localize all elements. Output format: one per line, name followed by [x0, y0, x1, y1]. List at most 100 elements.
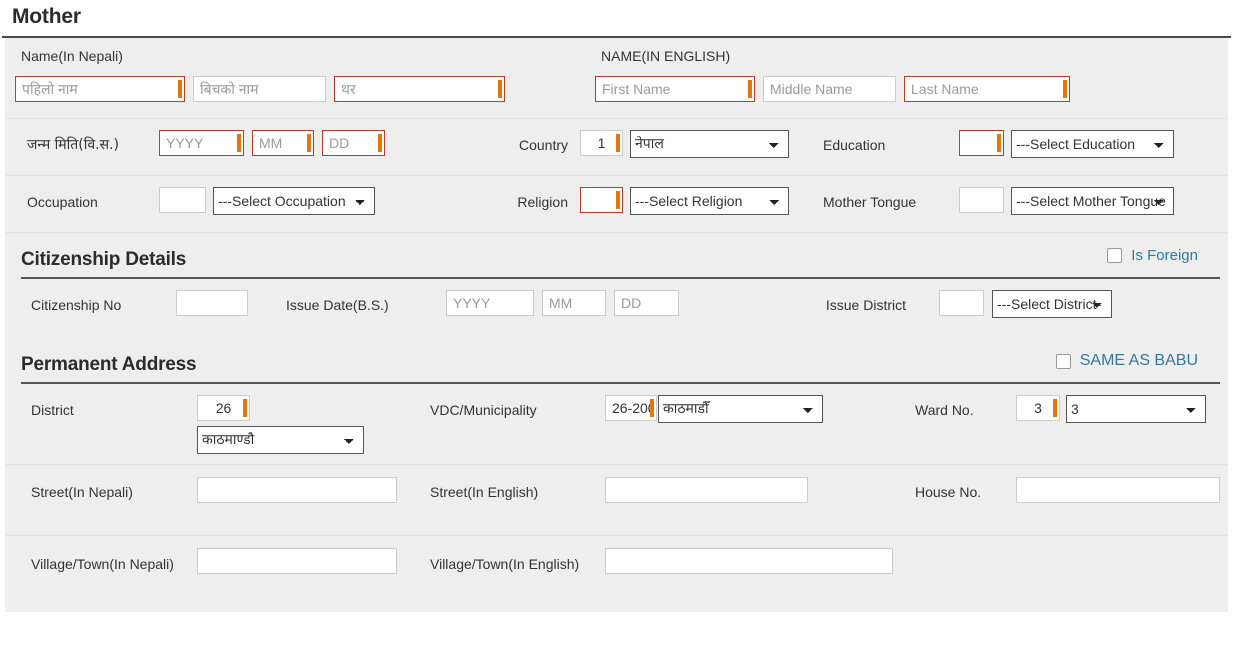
name-english-heading: NAME(IN ENGLISH)	[601, 48, 731, 64]
citizenship-title: Citizenship Details	[21, 249, 187, 270]
religion-code-input[interactable]	[580, 187, 623, 213]
issue-date-label: Issue Date(B.S.)	[286, 297, 389, 313]
issue-district-code-wrap	[939, 290, 984, 318]
occupation-code-wrap	[159, 187, 206, 215]
education-code-input[interactable]	[959, 130, 1004, 156]
citizenship-divider	[21, 277, 1220, 279]
district-label: District	[31, 402, 74, 418]
village-row: Village/Town(In Nepali) Village/Town(In …	[5, 536, 1228, 612]
country-code-wrap	[580, 130, 623, 158]
issue-district-code-input[interactable]	[939, 290, 984, 316]
citizenship-no-label: Citizenship No	[31, 297, 122, 313]
citizenship-section: Citizenship Details Is Foreign	[21, 233, 1220, 279]
nepali-last-name-input[interactable]	[334, 76, 505, 102]
mother-details-form: Mother Name(In Nepali) NAME(IN ENGLISH)	[0, 0, 1233, 655]
village-english-input[interactable]	[605, 548, 893, 574]
street-english-input[interactable]	[605, 477, 808, 503]
district-select[interactable]: काठमाण्डौ	[197, 426, 364, 454]
dob-day-input[interactable]	[322, 130, 385, 156]
dob-country-education-row: जन्म मिति(वि.स.) Country नेपाल	[5, 119, 1228, 176]
citizenship-fields-row: Citizenship No Issue Date(B.S.) Issue Di…	[5, 279, 1228, 338]
street-nepali-wrap	[197, 477, 397, 503]
mother-tongue-label: Mother Tongue	[823, 194, 917, 210]
is-foreign-control[interactable]: Is Foreign	[1107, 247, 1198, 264]
vdc-code-input[interactable]	[605, 395, 657, 421]
ward-select[interactable]: 3	[1066, 395, 1206, 423]
dob-label: जन्म मिति(वि.स.)	[27, 137, 119, 153]
occupation-select[interactable]: ---Select Occupation	[213, 187, 375, 215]
street-english-label: Street(In English)	[430, 484, 539, 500]
occupation-code-input[interactable]	[159, 187, 206, 213]
street-row: Street(In Nepali) Street(In English) Hou…	[5, 465, 1228, 536]
form-body: Name(In Nepali) NAME(IN ENGLISH) पहिलो न…	[5, 38, 1228, 612]
nepali-last-name-wrap	[334, 76, 505, 102]
issue-district-label: Issue District	[825, 297, 906, 313]
page-title-bar: Mother	[2, 0, 1231, 38]
is-foreign-label[interactable]: Is Foreign	[1131, 247, 1198, 264]
district-code-wrap	[197, 395, 250, 421]
nepali-first-name-input[interactable]	[15, 76, 185, 102]
village-english-label: Village/Town(In English)	[430, 556, 580, 572]
name-headings-row: Name(In Nepali) NAME(IN ENGLISH)	[5, 38, 1228, 70]
english-middle-name-wrap	[763, 76, 896, 102]
english-middle-name-input[interactable]	[763, 76, 896, 102]
dob-year-input[interactable]	[159, 130, 244, 156]
issue-year-wrap	[446, 290, 534, 316]
vdc-select[interactable]: काठमाडौँ	[658, 395, 823, 423]
dob-month-input[interactable]	[252, 130, 314, 156]
citizenship-no-wrap	[176, 290, 248, 316]
vdc-code-wrap	[605, 395, 657, 423]
same-as-babu-label[interactable]: SAME AS BABU	[1080, 352, 1198, 370]
education-code-wrap	[959, 130, 1004, 158]
religion-select[interactable]: ---Select Religion	[630, 187, 789, 215]
ward-code-wrap	[1016, 395, 1060, 423]
english-last-name-input[interactable]	[904, 76, 1070, 102]
religion-code-wrap	[580, 187, 623, 215]
citizenship-no-input[interactable]	[176, 290, 248, 316]
issue-district-select[interactable]: ---Select District-	[992, 290, 1112, 318]
district-code-input[interactable]	[197, 395, 250, 421]
same-as-babu-checkbox[interactable]	[1055, 353, 1071, 369]
name-nepali-heading: Name(In Nepali)	[21, 48, 123, 64]
issue-year-input[interactable]	[446, 290, 534, 316]
street-nepali-label: Street(In Nepali)	[31, 484, 133, 500]
page-title: Mother	[12, 5, 81, 28]
issue-day-input[interactable]	[614, 290, 679, 316]
dob-day-wrap	[322, 130, 385, 156]
village-nepali-label: Village/Town(In Nepali)	[31, 556, 174, 572]
mother-tongue-select[interactable]: ---Select Mother Tongue	[1011, 187, 1174, 215]
occupation-religion-tongue-row: Occupation ---Select Occupation Religion…	[5, 176, 1228, 233]
ward-code-input[interactable]	[1016, 395, 1060, 421]
nepali-middle-name-input[interactable]	[193, 76, 326, 102]
issue-day-wrap	[614, 290, 679, 316]
country-select[interactable]: नेपाल	[630, 130, 789, 158]
religion-label: Religion	[517, 194, 568, 210]
house-no-label: House No.	[915, 484, 982, 500]
permanent-address-title: Permanent Address	[21, 354, 197, 375]
dob-month-wrap	[252, 130, 314, 156]
mother-tongue-code-input[interactable]	[959, 187, 1004, 213]
village-nepali-wrap	[197, 548, 397, 574]
same-as-babu-control[interactable]: SAME AS BABU	[1055, 352, 1198, 370]
street-nepali-input[interactable]	[197, 477, 397, 503]
name-inputs-row	[5, 70, 1228, 119]
english-first-name-input[interactable]	[595, 76, 755, 102]
english-first-name-wrap	[595, 76, 755, 102]
issue-month-input[interactable]	[542, 290, 606, 316]
house-no-input[interactable]	[1016, 477, 1220, 503]
is-foreign-checkbox[interactable]	[1107, 248, 1123, 263]
country-label: Country	[518, 137, 568, 153]
dob-year-wrap	[159, 130, 244, 156]
district-vdc-ward-row: District काठमाण्डौ VDC/Municipality काठम…	[5, 384, 1228, 465]
occupation-label: Occupation	[27, 194, 98, 210]
education-select[interactable]: ---Select Education	[1011, 130, 1174, 158]
country-code-input[interactable]	[580, 130, 623, 156]
mother-tongue-code-wrap	[959, 187, 1004, 215]
education-label: Education	[823, 137, 886, 153]
permanent-address-section: Permanent Address SAME AS BABU	[21, 338, 1220, 384]
nepali-first-name-wrap	[15, 76, 185, 102]
village-english-wrap	[605, 548, 893, 574]
village-nepali-input[interactable]	[197, 548, 397, 574]
nepali-middle-name-wrap	[193, 76, 326, 102]
street-english-wrap	[605, 477, 808, 503]
